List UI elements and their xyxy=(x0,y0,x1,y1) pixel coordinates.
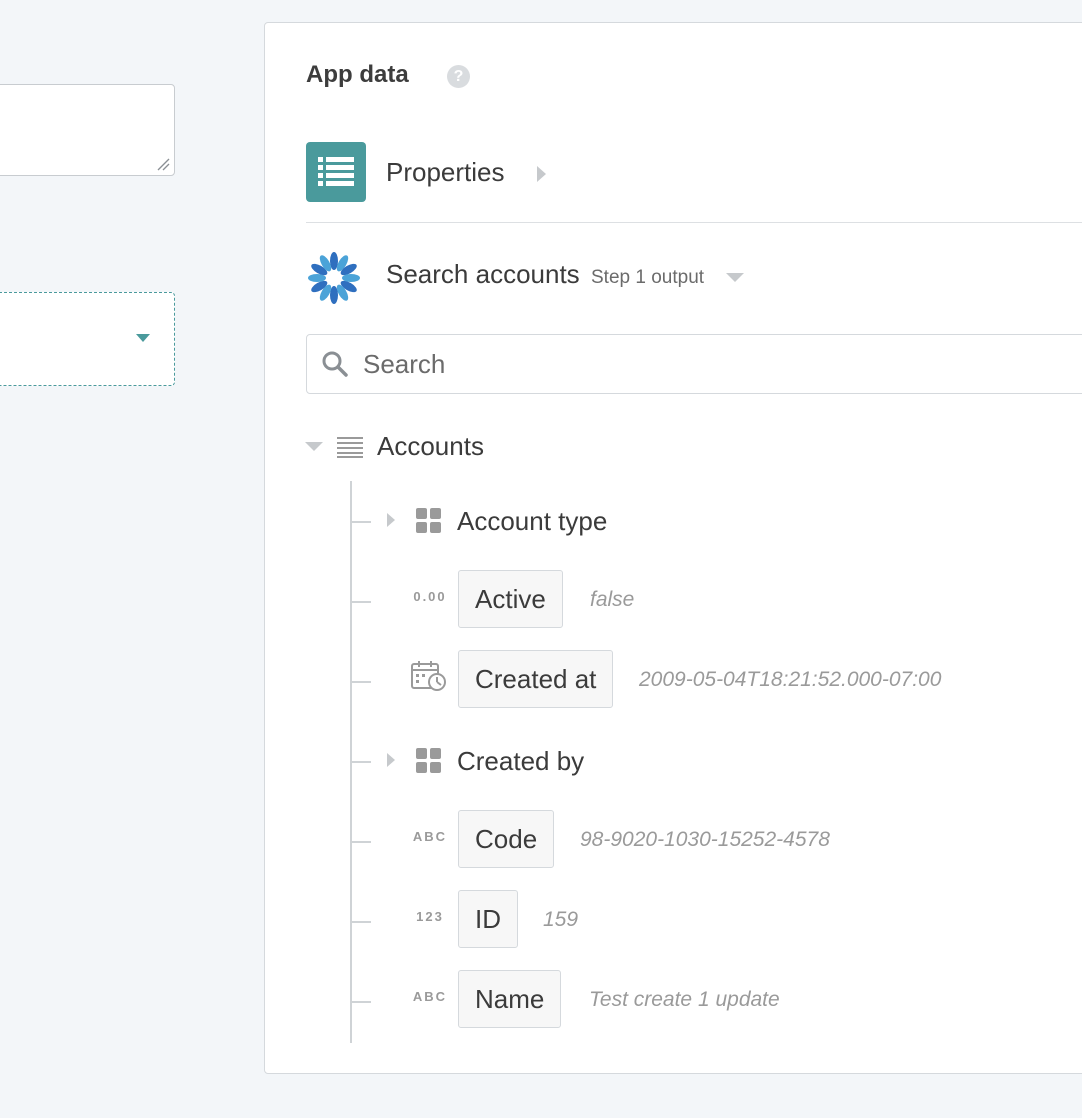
search-icon xyxy=(322,351,348,377)
properties-label[interactable]: Properties xyxy=(386,157,505,188)
tree-tick xyxy=(351,681,371,683)
help-icon[interactable]: ? xyxy=(447,65,470,88)
tree-tick xyxy=(351,761,371,763)
panel-title: App data xyxy=(306,61,409,88)
datapill[interactable]: ID xyxy=(458,890,518,948)
tree-tick xyxy=(351,1001,371,1003)
string-type-icon: ABC xyxy=(412,829,448,844)
chevron-right-icon[interactable] xyxy=(537,166,546,182)
chevron-down-icon[interactable] xyxy=(726,273,744,282)
app-step-label[interactable]: Search accounts xyxy=(386,259,580,290)
expand-caret-icon[interactable] xyxy=(387,513,395,527)
properties-list-icon[interactable] xyxy=(306,142,366,202)
resize-handle-icon[interactable] xyxy=(156,157,170,171)
sample-value: Test create 1 update xyxy=(589,988,780,1011)
tree-node-label[interactable]: Created by xyxy=(457,746,584,777)
description-textarea[interactable] xyxy=(0,84,175,176)
app-logo-icon xyxy=(308,252,360,304)
datapill[interactable]: Active xyxy=(458,570,563,628)
decimal-type-icon: 0.00 xyxy=(413,589,447,604)
caret-down-icon[interactable] xyxy=(136,334,150,342)
tree-tick xyxy=(351,921,371,923)
expand-caret-icon[interactable] xyxy=(387,753,395,767)
calendar-clock-icon xyxy=(411,661,446,691)
app-data-panel: App data ? Properties Search accounts St… xyxy=(264,22,1082,1074)
collapse-caret-icon[interactable] xyxy=(305,442,323,451)
tree-node-label[interactable]: Account type xyxy=(457,506,607,537)
sample-value: false xyxy=(590,588,635,611)
step-output-label: Step 1 output xyxy=(591,267,705,288)
sample-value: 98-9020-1030-15252-4578 xyxy=(580,828,830,851)
object-grid-icon xyxy=(416,508,441,533)
tree-tick xyxy=(351,521,371,523)
datapill[interactable]: Code xyxy=(458,810,555,868)
divider xyxy=(306,222,1082,223)
object-grid-icon xyxy=(416,748,441,773)
tree-root-label[interactable]: Accounts xyxy=(377,431,484,462)
search-input[interactable] xyxy=(361,335,965,393)
field-dropdown[interactable] xyxy=(0,292,175,386)
datapill[interactable]: Created at xyxy=(458,650,614,708)
datapill[interactable]: Name xyxy=(458,970,562,1028)
sample-value: 2009-05-04T18:21:52.000-07:00 xyxy=(639,668,942,691)
tree-tick xyxy=(351,601,371,603)
tree-tick xyxy=(351,841,371,843)
search-box[interactable] xyxy=(306,334,1082,394)
sample-value: 159 xyxy=(543,908,579,931)
list-icon xyxy=(337,437,363,458)
string-type-icon: ABC xyxy=(412,989,448,1004)
integer-type-icon: 123 xyxy=(416,909,444,924)
